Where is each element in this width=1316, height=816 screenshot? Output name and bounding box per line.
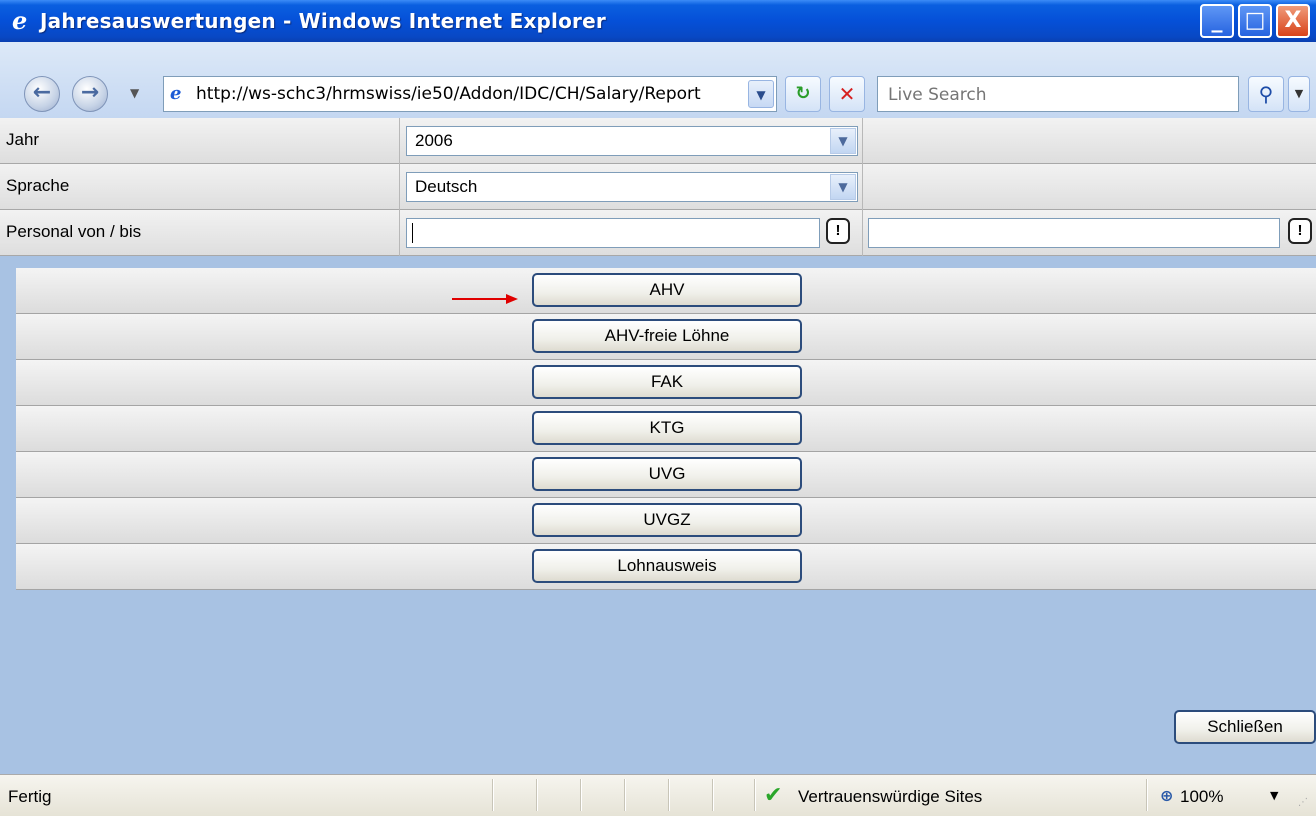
lohnausweis-report-button[interactable]: Lohnausweis [532,549,802,583]
ahv-free-wages-report-button[interactable]: AHV-freie Löhne [532,319,802,353]
window-title: Jahresauswertungen - Windows Internet Ex… [40,9,606,33]
language-select[interactable]: Deutsch ▼ [406,172,858,202]
close-button[interactable]: Schließen [1174,710,1316,744]
status-text: Fertig [8,787,52,806]
text-caret [412,223,413,243]
report-row: AHV [16,268,1316,314]
back-button[interactable]: ← [24,76,60,112]
staff-row: Personal von / bis ! ! [0,210,1316,256]
staff-from-lookup-button[interactable]: ! [826,218,850,244]
search-icon[interactable]: ⚲ [1248,76,1284,112]
divider [712,779,714,811]
divider [862,210,863,256]
divider [580,779,582,811]
report-row: Lohnausweis [16,544,1316,590]
status-bar: Fertig ✔ Vertrauenswürdige Sites ⊕ 100% … [0,774,1316,816]
ie-window: e Jahresauswertungen - Windows Internet … [0,0,1316,816]
search-options-dropdown[interactable]: ▼ [1288,76,1310,112]
recent-pages-dropdown-icon[interactable]: ▼ [130,86,139,100]
report-row: FAK [16,360,1316,406]
address-url[interactable]: http://ws-schc3/hrmswiss/ie50/Addon/IDC/… [196,84,736,104]
year-row: Jahr 2006 ▼ [0,118,1316,164]
language-row: Sprache Deutsch ▼ [0,164,1316,210]
resize-grip-icon[interactable]: ⋰ [1298,797,1308,808]
zoom-dropdown-icon[interactable]: ▼ [1270,789,1278,802]
zoom-level[interactable]: 100% [1180,787,1223,807]
divider [862,118,863,164]
divider [668,779,670,811]
chevron-down-icon[interactable]: ▼ [830,128,856,154]
staff-to-input[interactable] [868,218,1280,248]
zoom-icon: ⊕ [1160,786,1174,805]
minimize-button[interactable]: _ [1200,4,1234,38]
search-input[interactable] [886,82,1230,108]
staff-to-lookup-button[interactable]: ! [1288,218,1312,244]
report-row: UVG [16,452,1316,498]
page-icon: e [170,83,182,104]
close-window-button[interactable]: X [1276,4,1310,38]
report-row: KTG [16,406,1316,452]
annotation-arrow-icon [452,294,518,304]
divider [492,779,494,811]
staff-label: Personal von / bis [6,222,142,241]
divider [1146,779,1148,811]
report-row: AHV-freie Löhne [16,314,1316,360]
chevron-down-icon[interactable]: ▼ [830,174,856,200]
divider [399,118,400,164]
security-zone[interactable]: Vertrauenswürdige Sites [798,787,982,807]
uvg-report-button[interactable]: UVG [532,457,802,491]
year-select[interactable]: 2006 ▼ [406,126,858,156]
staff-from-input[interactable] [406,218,820,248]
language-value: Deutsch [415,177,478,196]
report-row: UVGZ [16,498,1316,544]
address-dropdown-button[interactable]: ▼ [748,80,774,108]
divider [624,779,626,811]
year-label: Jahr [6,130,40,149]
divider [399,164,400,210]
page-content: Jahr 2006 ▼ Sprache Deutsch ▼ Personal v… [0,118,1316,774]
divider [862,164,863,210]
search-box[interactable] [877,76,1239,112]
ahv-report-button[interactable]: AHV [532,273,802,307]
maximize-button[interactable]: □ [1238,4,1272,38]
address-bar[interactable]: e http://ws-schc3/hrmswiss/ie50/Addon/ID… [163,76,777,112]
year-value: 2006 [415,131,453,150]
uvgz-report-button[interactable]: UVGZ [532,503,802,537]
stop-button[interactable]: ✕ [829,76,865,112]
language-label: Sprache [6,176,70,195]
title-bar: e Jahresauswertungen - Windows Internet … [0,0,1316,42]
divider [536,779,538,811]
ktg-report-button[interactable]: KTG [532,411,802,445]
checkmark-icon: ✔ [764,783,783,808]
divider [399,210,400,256]
refresh-button[interactable]: ↻ [785,76,821,112]
fak-report-button[interactable]: FAK [532,365,802,399]
divider [754,779,756,811]
ie-logo-icon: e [12,6,28,35]
forward-button[interactable]: → [72,76,108,112]
